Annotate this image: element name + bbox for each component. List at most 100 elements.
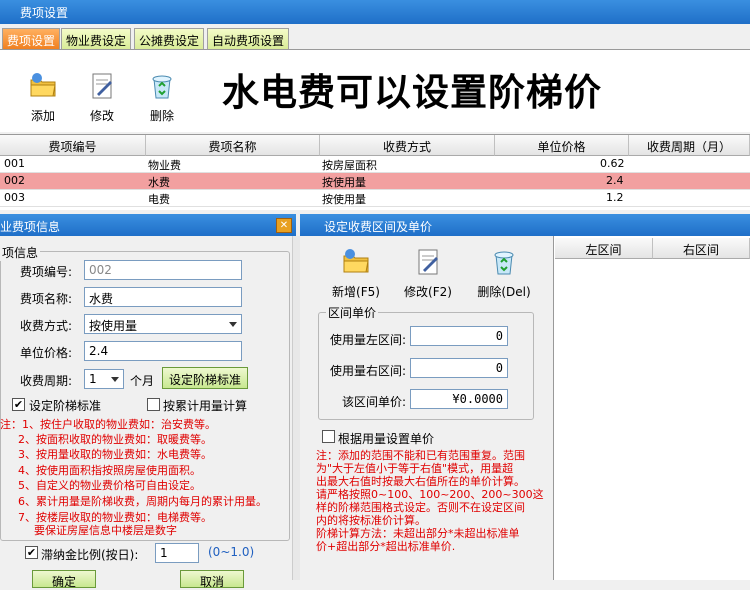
delete-label: 删除 [149, 109, 174, 123]
cancel-button[interactable]: 取消 [180, 570, 244, 589]
cell-method: 按使用量 [322, 176, 366, 189]
recycle-bin-icon [152, 75, 172, 99]
table-row[interactable]: 003 电费 按使用量 1.2 [0, 190, 750, 207]
edit-range-button[interactable]: 修改(F2) [400, 248, 456, 300]
method-value: 按使用量 [89, 319, 138, 333]
left-panel-title: 物业费项信息 [0, 220, 61, 234]
left-scrollbar[interactable] [292, 236, 300, 580]
cell-code: 003 [4, 191, 25, 204]
group-label: 项信息 [0, 244, 41, 261]
column-header-name[interactable]: 费项名称 [146, 135, 320, 156]
cycle-unit: 个月 [130, 374, 155, 388]
name-field[interactable]: 水费 [84, 287, 242, 307]
tab-shared-fee[interactable]: 公摊费设定 [134, 28, 205, 49]
range-price-field[interactable]: ¥0.0000 [410, 389, 508, 409]
column-header-cycle[interactable]: 收费周期（月） [629, 135, 750, 156]
cell-name: 电费 [148, 193, 170, 206]
price-field[interactable]: 2.4 [84, 341, 242, 361]
price-label: 单位价格: [20, 346, 73, 360]
left-panel-header: 物业费项信息 [0, 214, 296, 236]
late-fee-label: 滞纳金比例(按日): [41, 548, 139, 562]
folder-add-icon [30, 73, 56, 97]
new-range-label: 新增(F5) [332, 285, 380, 299]
tab-bar: 费项设置 物业费设定 公摊费设定 自动费项设置 [0, 24, 750, 50]
range-group-label: 区间单价 [326, 304, 379, 321]
chevron-down-icon [229, 322, 237, 327]
window-title: 费项设置 [20, 6, 69, 20]
delete-range-label: 删除(Del) [477, 285, 531, 299]
code-field[interactable]: 002 [84, 260, 242, 280]
cell-code: 002 [4, 174, 25, 187]
cell-name: 水费 [148, 176, 170, 189]
edit-label: 修改 [89, 109, 114, 123]
note-line: 要保证房屋信息中楼层是数字 [34, 524, 177, 537]
name-label: 费项名称: [20, 292, 73, 306]
note-line: 3、按用量收取的物业费如：水电费等。 [18, 448, 212, 461]
usage-price-checkbox[interactable] [322, 430, 335, 443]
note-line: 注：1、按住户收取的物业费如：治安费等。 [0, 418, 216, 431]
table-row-selected[interactable]: 002 水费 按使用量 2.4 [0, 173, 750, 190]
tab-auto-fee[interactable]: 自动费项设置 [207, 28, 290, 49]
edit-document-icon [92, 73, 112, 99]
delete-range-button[interactable]: 删除(Del) [474, 248, 534, 300]
range-left-label: 使用量左区间: [330, 333, 407, 347]
cumulative-checkbox[interactable] [147, 398, 160, 411]
ladder-check-label: 设定阶梯标准 [29, 399, 102, 413]
edit-document-icon [418, 249, 438, 275]
note-line: 6、累计用量是阶梯收费，周期内每月的累计用量。 [18, 495, 267, 508]
recycle-bin-icon [494, 251, 514, 275]
right-panel-title: 设定收费区间及单价 [324, 220, 433, 234]
ladder-checkbox[interactable]: ✔ [12, 398, 25, 411]
range-right-label: 使用量右区间: [330, 364, 407, 378]
table-row[interactable]: 001 物业费 按房屋面积 0.62 [0, 156, 750, 173]
cell-code: 001 [4, 157, 25, 170]
banner-title: 水电费可以设置阶梯价 [222, 71, 602, 114]
right-panel-header: 设定收费区间及单价 [300, 214, 750, 236]
range-right-field[interactable]: 0 [410, 358, 508, 378]
close-icon[interactable]: ✕ [276, 218, 292, 233]
set-ladder-button[interactable]: 设定阶梯标准 [162, 367, 249, 389]
ok-button[interactable]: 确定 [32, 570, 96, 589]
range-note-line: 价+超出部分*超出标准单价. [316, 540, 456, 553]
cell-price: 1.2 [606, 191, 624, 204]
usage-price-label: 根据用量设置单价 [338, 432, 435, 446]
late-fee-range: (0~1.0) [208, 545, 255, 559]
tab-fee-items[interactable]: 费项设置 [2, 28, 61, 49]
window-titlebar: 费项设置 [0, 0, 750, 24]
column-header-left-range[interactable]: 左区间 [555, 238, 653, 259]
note-line: 5、自定义的物业费价格可自由设定。 [18, 479, 201, 492]
column-header-method[interactable]: 收费方式 [320, 135, 495, 156]
late-fee-checkbox[interactable]: ✔ [25, 546, 38, 559]
cell-price: 2.4 [606, 174, 624, 187]
cycle-select[interactable]: 1 [84, 369, 124, 389]
range-price-label: 该区间单价: [342, 395, 407, 409]
tab-property-fee[interactable]: 物业费设定 [61, 28, 132, 49]
column-header-price[interactable]: 单位价格 [495, 135, 629, 156]
cycle-value: 1 [89, 372, 97, 386]
note-line: 4、按使用面积指按照房屋使用面积。 [18, 464, 201, 477]
add-button[interactable]: 添加 [22, 72, 64, 124]
cumulative-check-label: 按累计用量计算 [163, 399, 248, 413]
cell-price: 0.62 [600, 157, 625, 170]
cell-name: 物业费 [148, 159, 181, 172]
method-label: 收费方式: [20, 319, 73, 333]
fee-items-table: 费项编号 费项名称 收费方式 单位价格 收费周期（月） 001 物业费 按房屋面… [0, 134, 750, 210]
add-label: 添加 [30, 109, 55, 123]
cycle-label: 收费周期: [20, 374, 73, 388]
method-select[interactable]: 按使用量 [84, 314, 242, 334]
range-left-field[interactable]: 0 [410, 326, 508, 346]
folder-add-icon [343, 249, 369, 273]
cell-method: 按房屋面积 [322, 159, 377, 172]
column-header-right-range[interactable]: 右区间 [653, 238, 750, 259]
delete-button[interactable]: 删除 [141, 72, 183, 124]
edit-range-label: 修改(F2) [404, 285, 452, 299]
cell-method: 按使用量 [322, 193, 366, 206]
column-header-code[interactable]: 费项编号 [0, 135, 146, 156]
range-table: 左区间 右区间 [555, 238, 750, 580]
code-label: 费项编号: [20, 265, 73, 279]
new-range-button[interactable]: 新增(F5) [328, 248, 384, 300]
chevron-down-icon [111, 377, 119, 382]
late-fee-field[interactable]: 1 [155, 543, 199, 563]
note-line: 2、按面积收取的物业费如：取暖费等。 [18, 433, 212, 446]
edit-button[interactable]: 修改 [81, 72, 123, 124]
